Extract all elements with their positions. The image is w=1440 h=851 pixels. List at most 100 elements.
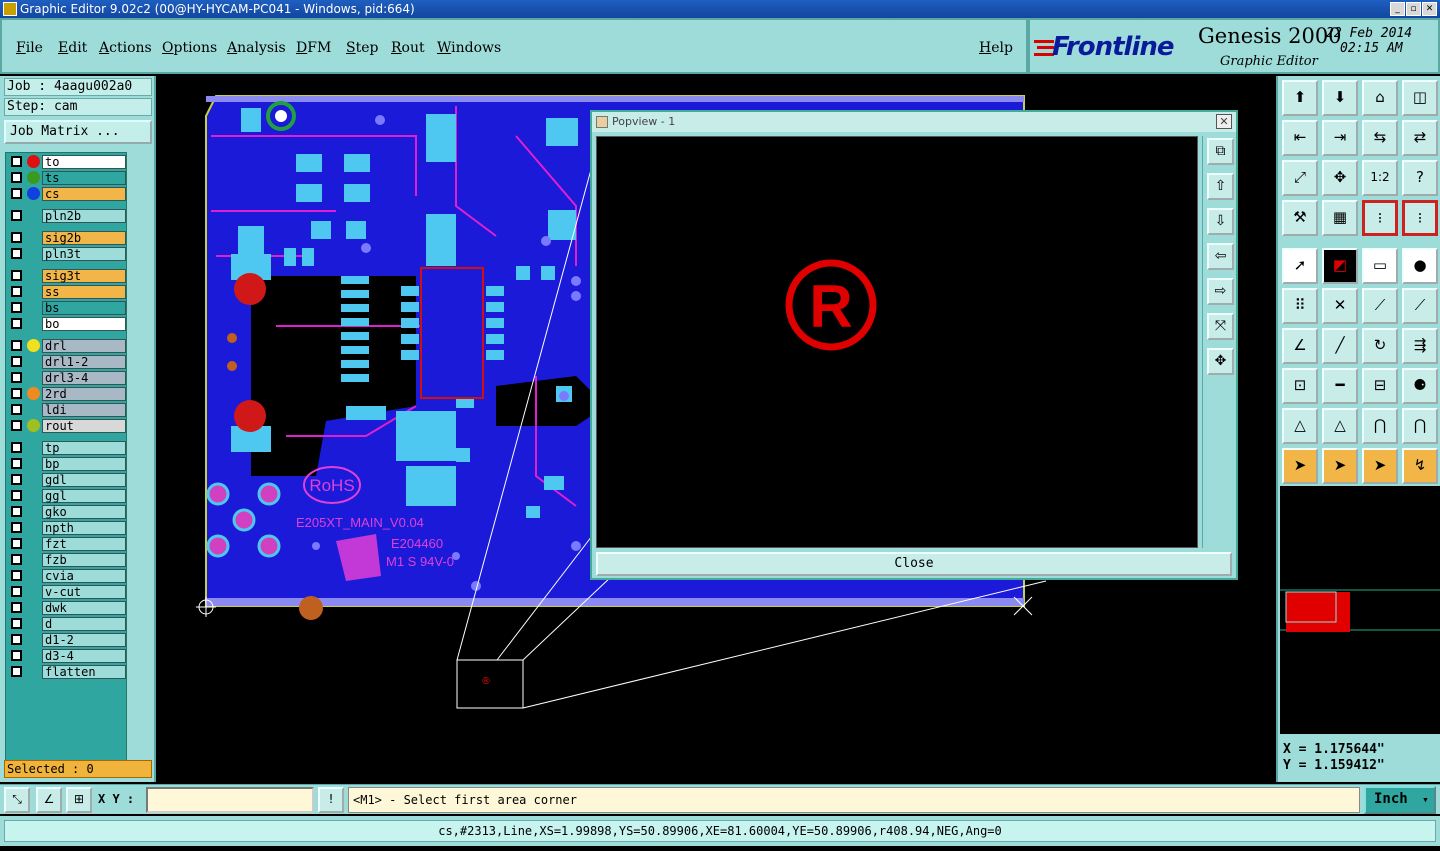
- overview-map[interactable]: [1280, 486, 1440, 734]
- layer-checkbox[interactable]: [11, 318, 22, 329]
- cross-icon[interactable]: ✕: [1322, 288, 1358, 324]
- layer-checkbox[interactable]: [11, 634, 22, 645]
- layer-row[interactable]: npth: [8, 521, 126, 535]
- snap-path-icon[interactable]: ↯: [1402, 448, 1438, 484]
- flip-icon[interactable]: ⇆: [1362, 120, 1398, 156]
- layer-checkbox[interactable]: [11, 490, 22, 501]
- layer-checkbox[interactable]: [11, 554, 22, 565]
- layer-row[interactable]: drl3-4: [8, 371, 126, 385]
- layer-name[interactable]: sig2b: [42, 231, 126, 245]
- pan-right-icon[interactable]: ⇥: [1322, 120, 1358, 156]
- layer-row[interactable]: ts: [8, 171, 126, 185]
- menu-options[interactable]: Options: [162, 40, 217, 56]
- pad-select-icon[interactable]: ⊡: [1282, 368, 1318, 404]
- layer-row[interactable]: ldi: [8, 403, 126, 417]
- layer-name[interactable]: rout: [42, 419, 126, 433]
- layer-name[interactable]: sig3t: [42, 269, 126, 283]
- layer-checkbox[interactable]: [11, 474, 22, 485]
- angle-snap-icon[interactable]: ∠: [36, 787, 62, 813]
- layer-checkbox[interactable]: [11, 340, 22, 351]
- layer-row[interactable]: flatten: [8, 665, 126, 679]
- fuse-icon[interactable]: ⇶: [1402, 328, 1438, 364]
- layer-name[interactable]: flatten: [42, 665, 126, 679]
- layer-row[interactable]: sig3t: [8, 269, 126, 283]
- layer-row[interactable]: drl1-2: [8, 355, 126, 369]
- layer-checkbox[interactable]: [11, 302, 22, 313]
- layer-name[interactable]: d3-4: [42, 649, 126, 663]
- layer-name[interactable]: gko: [42, 505, 126, 519]
- center-icon[interactable]: ✥: [1322, 160, 1358, 196]
- home-bottom-icon[interactable]: ⬇: [1322, 80, 1358, 116]
- grid-icon[interactable]: ▦: [1322, 200, 1358, 236]
- menu-help[interactable]: Help: [979, 40, 1013, 56]
- layer-checkbox[interactable]: [11, 156, 22, 167]
- arch-line-icon[interactable]: ⋂: [1402, 408, 1438, 444]
- layer-name[interactable]: pln3t: [42, 247, 126, 261]
- layer-row[interactable]: gdl: [8, 473, 126, 487]
- a-triangle-icon[interactable]: △: [1322, 408, 1358, 444]
- layer-row[interactable]: bo: [8, 317, 126, 331]
- slash-icon[interactable]: ╱: [1322, 328, 1358, 364]
- layer-row[interactable]: gko: [8, 505, 126, 519]
- menu-analysis[interactable]: Analysis: [227, 40, 286, 56]
- tools-icon[interactable]: ⚒: [1282, 200, 1318, 236]
- select-box-icon[interactable]: ➤: [1322, 448, 1358, 484]
- window-close-button[interactable]: ✕: [1422, 2, 1437, 16]
- layer-name[interactable]: drl3-4: [42, 371, 126, 385]
- zoom-fit-icon[interactable]: ⤢: [1282, 160, 1318, 196]
- layer-checkbox[interactable]: [11, 232, 22, 243]
- layer-row[interactable]: bp: [8, 457, 126, 471]
- layer-row[interactable]: v-cut: [8, 585, 126, 599]
- job-matrix-button[interactable]: Job Matrix ...: [4, 120, 152, 144]
- layer-row[interactable]: bs: [8, 301, 126, 315]
- menu-rout[interactable]: Rout: [391, 40, 425, 56]
- layer-name[interactable]: gdl: [42, 473, 126, 487]
- layer-checkbox[interactable]: [11, 586, 22, 597]
- line-pad-icon[interactable]: ⟋: [1362, 288, 1398, 324]
- layer-checkbox[interactable]: [11, 210, 22, 221]
- layer-row[interactable]: pln2b: [8, 209, 126, 223]
- connect-icon[interactable]: ⠿: [1282, 288, 1318, 324]
- layer-name[interactable]: ggl: [42, 489, 126, 503]
- layer-name[interactable]: dwk: [42, 601, 126, 615]
- layer-checkbox[interactable]: [11, 286, 22, 297]
- scale-1-2-icon[interactable]: 1:2: [1362, 160, 1398, 196]
- layer-checkbox[interactable]: [11, 538, 22, 549]
- minimize-button[interactable]: _: [1390, 2, 1405, 16]
- layer-checkbox[interactable]: [11, 270, 22, 281]
- layer-row[interactable]: drl: [8, 339, 126, 353]
- layer-name[interactable]: pln2b: [42, 209, 126, 223]
- layer-name[interactable]: ldi: [42, 403, 126, 417]
- layer-checkbox[interactable]: [11, 618, 22, 629]
- select-box2-icon[interactable]: ➤: [1362, 448, 1398, 484]
- menu-actions[interactable]: Actions: [99, 40, 152, 56]
- arrow-pad-icon[interactable]: ⟋: [1402, 288, 1438, 324]
- layer-checkbox[interactable]: [11, 522, 22, 533]
- layer-name[interactable]: cs: [42, 187, 126, 201]
- layer-name[interactable]: bs: [42, 301, 126, 315]
- menu-windows[interactable]: Windows: [437, 40, 501, 56]
- popview-down-icon[interactable]: ⇩: [1207, 208, 1234, 235]
- layer-checkbox[interactable]: [11, 650, 22, 661]
- layer-row[interactable]: d3-4: [8, 649, 126, 663]
- popview-up-icon[interactable]: ⇧: [1207, 173, 1234, 200]
- pan-left-icon[interactable]: ⇤: [1282, 120, 1318, 156]
- layer-checkbox[interactable]: [11, 442, 22, 453]
- layer-row[interactable]: to: [8, 155, 126, 169]
- layer-checkbox[interactable]: [11, 506, 22, 517]
- layer-row[interactable]: ss: [8, 285, 126, 299]
- bracket-icon[interactable]: ⊟: [1362, 368, 1398, 404]
- snap-red2-icon[interactable]: ⁝: [1402, 200, 1438, 236]
- layer-row[interactable]: ggl: [8, 489, 126, 503]
- layer-row[interactable]: fzb: [8, 553, 126, 567]
- popview-zoom-in-icon[interactable]: ⧉: [1207, 138, 1234, 165]
- menu-step[interactable]: Step: [346, 40, 378, 56]
- cluster-icon[interactable]: ⚈: [1402, 368, 1438, 404]
- menu-edit[interactable]: Edit: [58, 40, 87, 56]
- menu-dfm[interactable]: DFM: [296, 40, 331, 56]
- layer-name[interactable]: to: [42, 155, 126, 169]
- layer-name[interactable]: 2rd: [42, 387, 126, 401]
- xy-input[interactable]: [146, 787, 314, 813]
- layer-row[interactable]: fzt: [8, 537, 126, 551]
- layer-row[interactable]: tp: [8, 441, 126, 455]
